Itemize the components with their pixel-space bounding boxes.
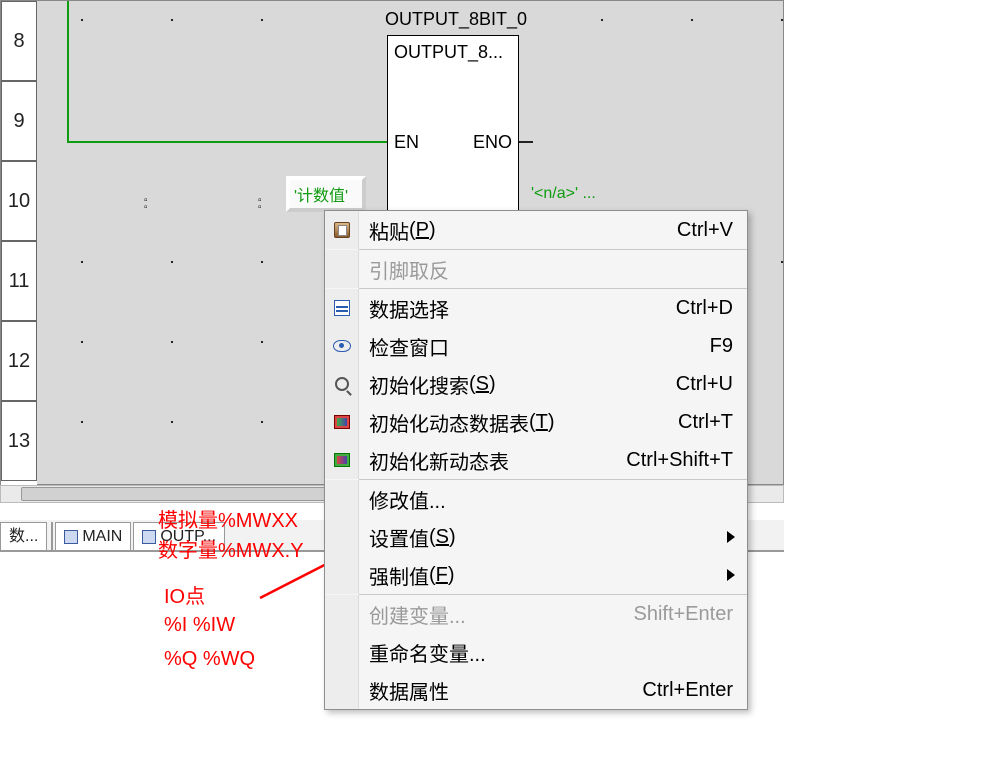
search-icon — [335, 377, 349, 391]
rung-number: 9 — [1, 81, 37, 161]
menu-paste[interactable]: 粘贴(P) Ctrl+V — [325, 211, 747, 249]
tiny-box-glyph: ▫▫ — [258, 197, 262, 211]
tab-main[interactable]: MAIN — [55, 522, 131, 550]
menu-data-properties[interactable]: 数据属性 Ctrl+Enter — [325, 671, 747, 709]
tiny-box-glyph: ▫▫ — [144, 197, 148, 211]
rung-number: 12 — [1, 321, 37, 401]
na-output-label: '<n/a>' ... — [531, 185, 596, 203]
rung-number: 10 — [1, 161, 37, 241]
fb-instance-name: OUTPUT_8BIT_0 — [371, 9, 541, 30]
tab-label: 数... — [9, 524, 38, 550]
dynamic-table-icon — [334, 415, 350, 429]
annotation-io-q: %Q %WQ — [164, 648, 255, 671]
annotation-analog: 模拟量%MWXX — [158, 504, 298, 533]
paste-icon — [334, 222, 350, 238]
menu-inspect-window[interactable]: 检查窗口 F9 — [325, 327, 747, 365]
inspect-icon — [333, 340, 351, 352]
wire-stub — [519, 141, 533, 143]
counter-value-label[interactable]: '计数值' — [286, 176, 366, 212]
fb-type-name: OUTPUT_8... — [388, 36, 518, 63]
annotation-io-i: %I %IW — [164, 614, 235, 637]
annotation-digital: 数字量%MWX.Y — [158, 534, 304, 563]
wire-horizontal — [67, 141, 387, 143]
rung-number: 11 — [1, 241, 37, 321]
counter-label-text: '计数值' — [294, 182, 358, 206]
menu-force-value[interactable]: 强制值(F) — [325, 556, 747, 594]
menu-data-select[interactable]: 数据选择 Ctrl+D — [325, 289, 747, 327]
annotation-io-title: IO点 — [164, 580, 205, 609]
menu-pin-negate: 引脚取反 — [325, 250, 747, 288]
ld-icon — [64, 530, 78, 544]
tab-data[interactable]: 数... — [0, 522, 47, 550]
rung-number: 13 — [1, 401, 37, 481]
context-menu: 粘贴(P) Ctrl+V 引脚取反 数据选择 Ctrl+D 检查窗口 F9 初始… — [324, 210, 748, 710]
fb-pin-eno: ENO — [473, 132, 512, 153]
ld-icon — [142, 530, 156, 544]
new-dynamic-table-icon — [334, 453, 350, 467]
fb-pin-en: EN — [394, 132, 419, 153]
menu-init-new-dynamic-table[interactable]: 初始化新动态表 Ctrl+Shift+T — [325, 441, 747, 479]
menu-modify-value[interactable]: 修改值... — [325, 480, 747, 518]
menu-init-dynamic-table[interactable]: 初始化动态数据表(T) Ctrl+T — [325, 403, 747, 441]
data-select-icon — [334, 300, 350, 316]
tab-divider — [51, 522, 53, 550]
submenu-arrow-icon — [727, 569, 735, 581]
menu-rename-variable[interactable]: 重命名变量... — [325, 633, 747, 671]
rung-ruler: 8 9 10 11 12 13 — [1, 1, 37, 486]
menu-set-value[interactable]: 设置值(S) — [325, 518, 747, 556]
menu-init-search[interactable]: 初始化搜索(S) Ctrl+U — [325, 365, 747, 403]
function-block[interactable]: OUTPUT_8... EN ENO — [387, 35, 519, 211]
tab-label: MAIN — [82, 524, 122, 550]
wire-vertical — [67, 1, 69, 141]
submenu-arrow-icon — [727, 531, 735, 543]
menu-create-variable: 创建变量... Shift+Enter — [325, 595, 747, 633]
rung-number: 8 — [1, 1, 37, 81]
